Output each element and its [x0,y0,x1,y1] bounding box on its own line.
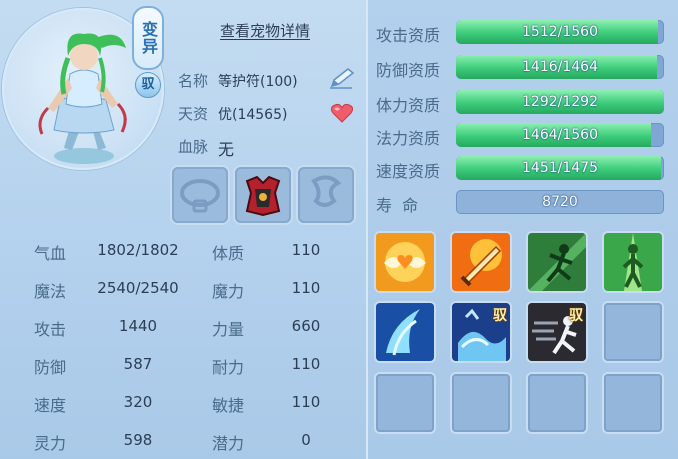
heart-wings-skill-icon [376,233,434,291]
aptitude-value-mana: 1464/1560 [522,127,598,143]
flaming-sword-skill-icon [452,233,510,291]
name-label: 名称 [178,72,209,90]
equipment-slot-armor[interactable] [235,167,291,223]
skill-slot-5[interactable] [376,303,434,361]
aptitude-bar-defense: 1416/1464 [456,55,664,79]
skill-slot-3[interactable] [528,233,586,291]
view-pet-details-link[interactable]: 查看宠物详情 [220,20,310,41]
stat-value-agility: 110 [291,393,321,411]
stat-value-hp: 1802/1802 [97,241,179,259]
shadow-strike-skill-icon [528,233,586,291]
skill-slot-7[interactable]: 驭 [528,303,586,361]
equipment-slot-collar[interactable] [172,167,228,223]
stat-value-speed: 320 [123,393,153,411]
aptitude-value-stamina: 1292/1292 [522,94,598,110]
skill-slot-12-empty[interactable] [604,374,662,432]
heart-icon[interactable] [330,102,354,128]
tame-badge: 驭 [135,72,161,98]
stat-value-strength: 660 [291,317,321,335]
skill-slot-10-empty[interactable] [452,374,510,432]
stat-label-endurance: 耐力 [212,358,245,377]
stat-label-magic: 魔力 [212,282,245,301]
aptitude-label-speed: 速度资质 [376,162,441,181]
mutation-badge: 变异 [132,6,164,70]
skill-slot-11-empty[interactable] [528,374,586,432]
stat-label-constitution: 体质 [212,244,245,263]
stat-label-spirit: 灵力 [34,434,67,453]
ornament-placeholder-icon [311,175,342,207]
stat-label-agility: 敏捷 [212,396,245,415]
stat-value-magic: 110 [291,279,321,297]
aptitude-bar-speed: 1451/1475 [456,156,664,180]
equipment-slot-ornament[interactable] [298,167,354,223]
skill-slot-2[interactable] [452,233,510,291]
lifespan-bar: 8720 [456,190,664,214]
stat-value-defense: 587 [123,355,153,373]
collar-placeholder-icon [180,179,220,213]
aptitude-bar-attack: 1512/1560 [456,20,664,44]
pet-name-value: 等护符(100) [218,74,298,90]
aptitude-label-defense: 防御资质 [376,61,441,80]
stat-label-strength: 力量 [212,320,245,339]
stat-value-spirit: 598 [123,431,153,449]
green-aura-skill-icon [604,233,662,291]
skill-slot-1[interactable] [376,233,434,291]
stat-value-endurance: 110 [291,355,321,373]
stat-label-defense: 防御 [34,358,67,377]
talent-value: 优(14565) [218,107,288,123]
skill-slot-6[interactable]: 驭 [452,303,510,361]
lifespan-value: 8720 [542,194,578,210]
tame-skill-badge: 驭 [569,308,583,324]
stat-value-mp: 2540/2540 [97,279,179,297]
aptitude-label-attack: 攻击资质 [376,26,441,45]
stat-label-speed: 速度 [34,396,67,415]
bloodline-label: 血脉 [178,138,209,156]
stat-label-hp: 气血 [34,244,67,263]
rename-pencil-icon[interactable] [328,66,356,94]
aptitude-value-attack: 1512/1560 [522,24,598,40]
stat-label-mp: 魔法 [34,282,67,301]
aptitude-bar-mana: 1464/1560 [456,123,664,147]
talent-label: 天资 [178,105,209,123]
stat-value-potential: 0 [301,431,311,449]
stat-label-attack: 攻击 [34,320,67,339]
lifespan-label: 寿 命 [376,196,419,215]
stat-label-potential: 潜力 [212,434,245,453]
skill-slot-8-empty[interactable] [604,303,662,361]
aptitude-bar-stamina: 1292/1292 [456,90,664,114]
aptitude-label-stamina: 体力资质 [376,96,441,115]
aptitude-value-speed: 1451/1475 [522,160,598,176]
tame-skill-badge: 驭 [493,308,507,324]
stat-value-constitution: 110 [291,241,321,259]
skill-slot-4[interactable] [604,233,662,291]
water-wave-skill-icon [376,303,434,361]
skill-slot-9-empty[interactable] [376,374,434,432]
aptitude-value-defense: 1416/1464 [522,59,598,75]
aptitude-label-mana: 法力资质 [376,129,441,148]
red-armor-icon [245,175,281,217]
stat-value-attack: 1440 [118,317,158,335]
bloodline-value: 无 [218,140,235,159]
